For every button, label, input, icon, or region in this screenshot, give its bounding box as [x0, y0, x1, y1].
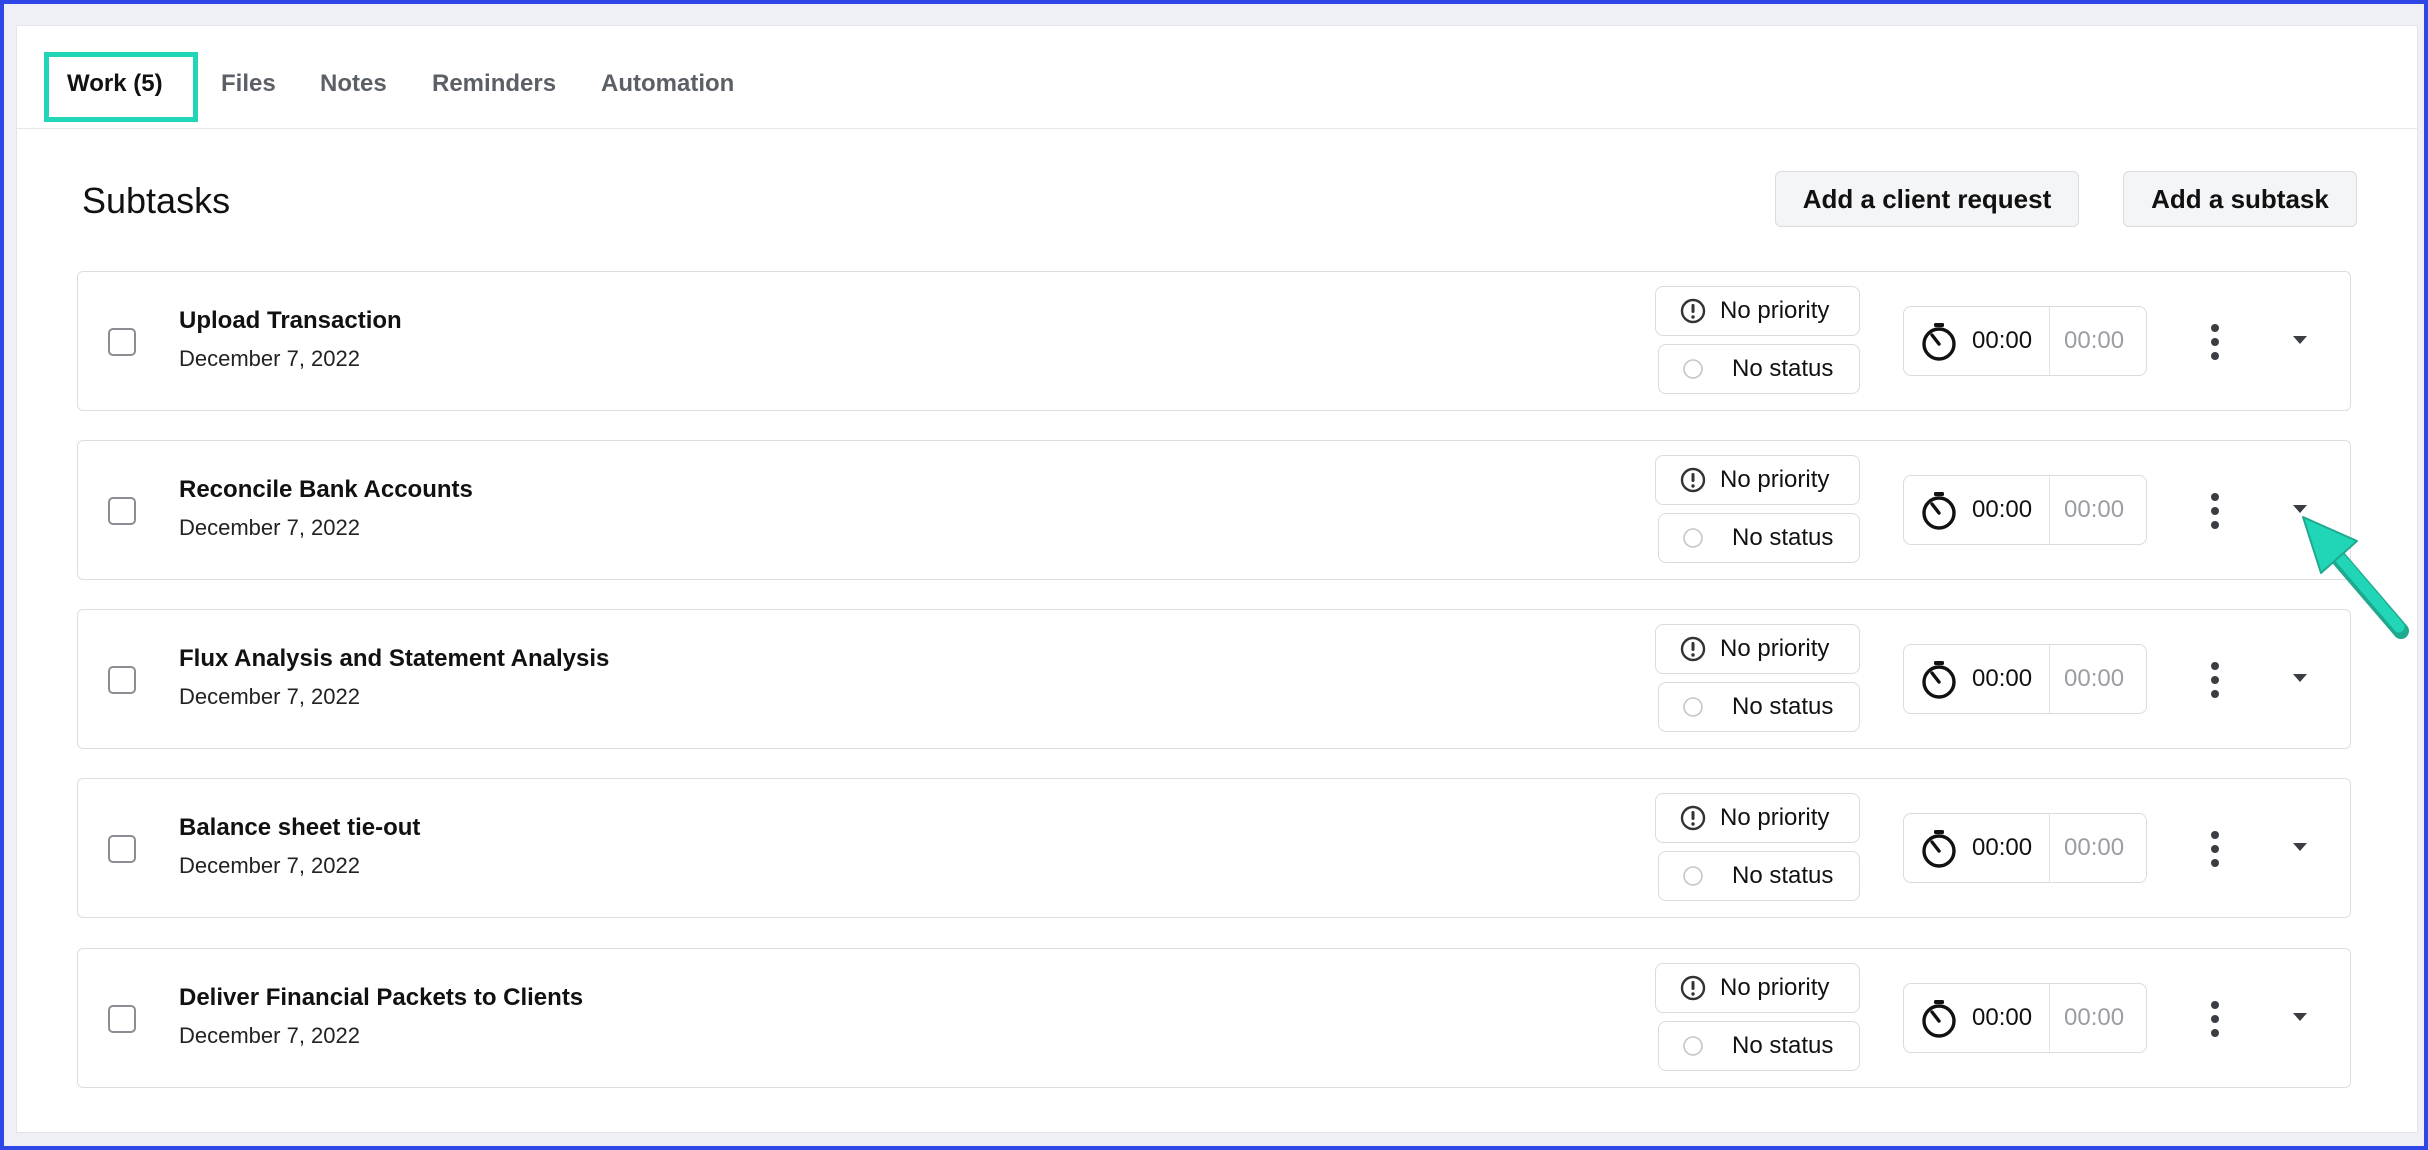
- exclamation-circle-icon: [1680, 467, 1706, 493]
- caret-down-icon[interactable]: [2292, 1011, 2308, 1023]
- priority-label: No priority: [1720, 974, 1830, 1001]
- tab-reminders[interactable]: Reminders: [432, 70, 556, 98]
- status-label: No status: [1732, 524, 1834, 551]
- subtask-checkbox[interactable]: [108, 328, 136, 356]
- time-estimate[interactable]: 00:00: [2064, 665, 2124, 693]
- time-tracker: 00:00 00:00: [1903, 475, 2147, 545]
- stopwatch-icon[interactable]: [1920, 999, 1958, 1039]
- status-button[interactable]: No status: [1658, 1021, 1860, 1071]
- priority-label: No priority: [1720, 635, 1830, 662]
- priority-button[interactable]: No priority: [1655, 455, 1860, 505]
- kebab-menu-icon[interactable]: [2208, 322, 2222, 362]
- status-label: No status: [1732, 862, 1834, 889]
- time-tracked[interactable]: 00:00: [1972, 665, 2032, 693]
- subtask-checkbox[interactable]: [108, 666, 136, 694]
- subtask-row[interactable]: Reconcile Bank Accounts December 7, 2022…: [77, 440, 2351, 580]
- timer-divider: [2049, 645, 2050, 713]
- time-estimate[interactable]: 00:00: [2064, 327, 2124, 355]
- priority-button[interactable]: No priority: [1655, 963, 1860, 1013]
- annotation-arrow-icon: [2302, 516, 2409, 639]
- subtask-checkbox[interactable]: [108, 1005, 136, 1033]
- subtask-checkbox[interactable]: [108, 497, 136, 525]
- tab-notes[interactable]: Notes: [320, 70, 387, 98]
- status-label: No status: [1732, 355, 1834, 382]
- time-estimate[interactable]: 00:00: [2064, 1004, 2124, 1032]
- caret-down-icon[interactable]: [2292, 672, 2308, 684]
- kebab-menu-icon[interactable]: [2208, 829, 2222, 869]
- stopwatch-icon[interactable]: [1920, 660, 1958, 700]
- kebab-menu-icon[interactable]: [2208, 491, 2222, 531]
- priority-button[interactable]: No priority: [1655, 793, 1860, 843]
- subtask-row[interactable]: Deliver Financial Packets to Clients Dec…: [77, 948, 2351, 1088]
- task-panel: Work (5) Files Notes Reminders Automatio…: [16, 25, 2418, 1133]
- priority-button[interactable]: No priority: [1655, 624, 1860, 674]
- subtask-name[interactable]: Balance sheet tie-out: [179, 813, 420, 843]
- status-button[interactable]: No status: [1658, 682, 1860, 732]
- subtask-date: December 7, 2022: [179, 684, 360, 709]
- time-tracker: 00:00 00:00: [1903, 306, 2147, 376]
- window-frame: Work (5) Files Notes Reminders Automatio…: [0, 0, 2428, 1150]
- tab-work[interactable]: Work (5): [67, 70, 163, 98]
- status-label: No status: [1732, 1032, 1834, 1059]
- exclamation-circle-icon: [1680, 298, 1706, 324]
- empty-circle-icon: [1683, 359, 1703, 379]
- subtask-checkbox[interactable]: [108, 835, 136, 863]
- stopwatch-icon[interactable]: [1920, 829, 1958, 869]
- subtask-name[interactable]: Reconcile Bank Accounts: [179, 475, 473, 505]
- time-tracked[interactable]: 00:00: [1972, 327, 2032, 355]
- priority-button[interactable]: No priority: [1655, 286, 1860, 336]
- exclamation-circle-icon: [1680, 636, 1706, 662]
- subtask-date: December 7, 2022: [179, 346, 360, 371]
- time-estimate[interactable]: 00:00: [2064, 834, 2124, 862]
- kebab-menu-icon[interactable]: [2208, 999, 2222, 1039]
- time-estimate[interactable]: 00:00: [2064, 496, 2124, 524]
- subtask-name[interactable]: Upload Transaction: [179, 306, 402, 336]
- exclamation-circle-icon: [1680, 975, 1706, 1001]
- timer-divider: [2049, 984, 2050, 1052]
- tab-bar: Work (5) Files Notes Reminders Automatio…: [17, 26, 2417, 129]
- subtask-date: December 7, 2022: [179, 1023, 360, 1048]
- status-button[interactable]: No status: [1658, 344, 1860, 394]
- subtask-date: December 7, 2022: [179, 853, 360, 878]
- empty-circle-icon: [1683, 528, 1703, 548]
- priority-label: No priority: [1720, 466, 1830, 493]
- add-client-request-button[interactable]: Add a client request: [1775, 171, 2079, 227]
- status-button[interactable]: No status: [1658, 513, 1860, 563]
- status-button[interactable]: No status: [1658, 851, 1860, 901]
- time-tracker: 00:00 00:00: [1903, 644, 2147, 714]
- status-label: No status: [1732, 693, 1834, 720]
- stopwatch-icon[interactable]: [1920, 491, 1958, 531]
- empty-circle-icon: [1683, 866, 1703, 886]
- timer-divider: [2049, 476, 2050, 544]
- subtask-date: December 7, 2022: [179, 515, 360, 540]
- subtask-row[interactable]: Upload Transaction December 7, 2022 No p…: [77, 271, 2351, 411]
- add-subtask-button[interactable]: Add a subtask: [2123, 171, 2357, 227]
- time-tracked[interactable]: 00:00: [1972, 496, 2032, 524]
- subtask-name[interactable]: Deliver Financial Packets to Clients: [179, 983, 583, 1013]
- empty-circle-icon: [1683, 1036, 1703, 1056]
- timer-divider: [2049, 307, 2050, 375]
- priority-label: No priority: [1720, 804, 1830, 831]
- stopwatch-icon[interactable]: [1920, 322, 1958, 362]
- tab-automation[interactable]: Automation: [601, 70, 734, 98]
- kebab-menu-icon[interactable]: [2208, 660, 2222, 700]
- time-tracked[interactable]: 00:00: [1972, 1004, 2032, 1032]
- priority-label: No priority: [1720, 297, 1830, 324]
- subtask-name[interactable]: Flux Analysis and Statement Analysis: [179, 644, 609, 674]
- exclamation-circle-icon: [1680, 805, 1706, 831]
- subtask-row[interactable]: Balance sheet tie-out December 7, 2022 N…: [77, 778, 2351, 918]
- tab-files[interactable]: Files: [221, 70, 276, 98]
- page-title: Subtasks: [82, 180, 231, 221]
- caret-down-icon[interactable]: [2292, 334, 2308, 346]
- time-tracker: 00:00 00:00: [1903, 813, 2147, 883]
- timer-divider: [2049, 814, 2050, 882]
- time-tracked[interactable]: 00:00: [1972, 834, 2032, 862]
- empty-circle-icon: [1683, 697, 1703, 717]
- subtask-row[interactable]: Flux Analysis and Statement Analysis Dec…: [77, 609, 2351, 749]
- caret-down-icon[interactable]: [2292, 841, 2308, 853]
- time-tracker: 00:00 00:00: [1903, 983, 2147, 1053]
